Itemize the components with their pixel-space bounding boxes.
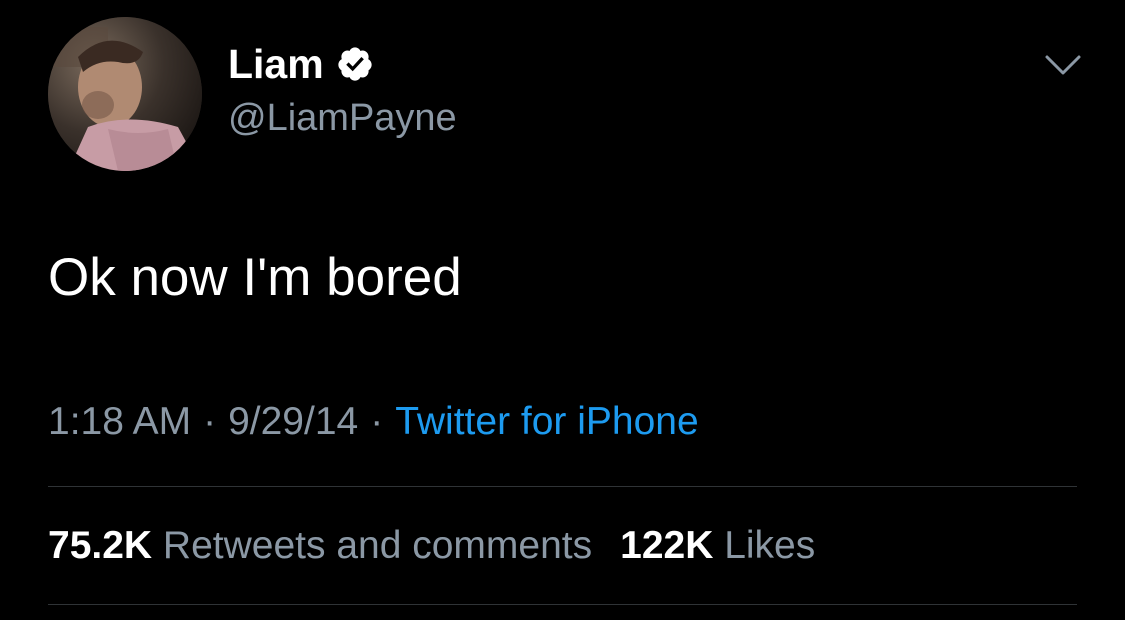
tweet-time: 1:18 AM: [48, 400, 192, 443]
retweets-count: 75.2K: [48, 524, 153, 567]
meta-separator: ·: [370, 400, 384, 443]
likes-label: Likes: [724, 524, 816, 567]
tweet-date: 9/29/14: [228, 400, 359, 443]
tweet-text: Ok now I'm bored: [48, 248, 462, 307]
retweets-label: Retweets and comments: [162, 524, 593, 567]
display-name[interactable]: Liam: [228, 40, 324, 88]
avatar-photo: [48, 17, 202, 171]
verified-badge-icon: [338, 47, 372, 81]
likes-count: 122K: [620, 524, 714, 567]
user-handle[interactable]: @LiamPayne: [228, 95, 457, 141]
display-name-row: Liam: [228, 40, 374, 88]
meta-separator: ·: [203, 400, 217, 443]
likes-stat[interactable]: 122K Likes: [620, 524, 815, 567]
tweet-meta: 1:18 AM · 9/29/14 · Twitter for iPhone: [48, 398, 699, 446]
avatar[interactable]: [48, 17, 202, 171]
tweet-card: Liam @LiamPayne Ok now I'm bored 1:18 AM…: [0, 0, 1125, 620]
divider: [48, 604, 1077, 605]
chevron-down-icon[interactable]: [1043, 52, 1083, 78]
tweet-source-link[interactable]: Twitter for iPhone: [395, 400, 698, 443]
tweet-stats: 75.2K Retweets and comments 122K Likes: [48, 522, 815, 570]
divider: [48, 486, 1077, 487]
retweets-stat[interactable]: 75.2K Retweets and comments: [48, 524, 592, 567]
